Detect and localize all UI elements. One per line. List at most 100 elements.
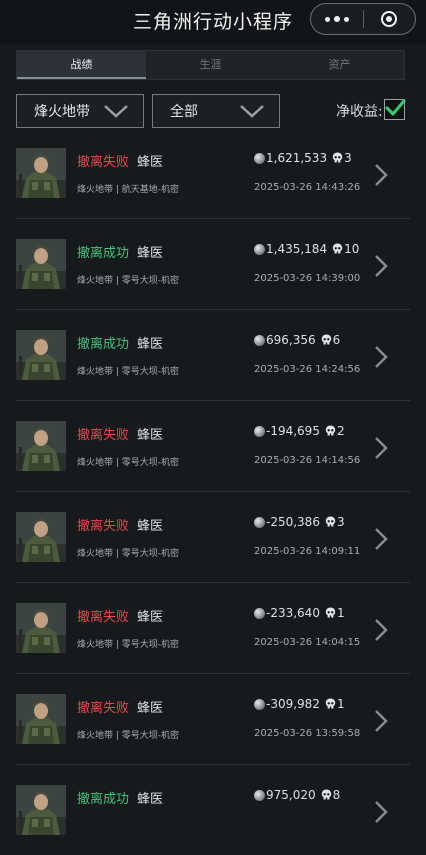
operator-name: 蜂医 <box>137 792 164 807</box>
kill-count: 1 <box>336 606 345 620</box>
skull-icon <box>321 334 331 345</box>
map-mode-text: 烽火地带 | 零号大坝-机密 <box>77 731 180 741</box>
map-mode-text: 烽火地带 | 零号大坝-机密 <box>77 549 180 559</box>
value-group: 1,621,533 3 <box>254 151 352 165</box>
extract-status: 撤离失败 <box>77 428 130 443</box>
coin-icon <box>254 425 265 437</box>
chevron-right-icon <box>375 710 388 732</box>
value-group: 696,356 6 <box>254 333 340 347</box>
skull-icon <box>332 152 343 163</box>
map-mode-text: 烽火地带 | 零号大坝-机密 <box>77 367 180 377</box>
chevron-right-icon <box>375 619 388 641</box>
record-row[interactable]: 撤离成功 蜂医 烽火地带 | 零号大坝-机密 696,356 6 2025-03… <box>16 310 410 401</box>
kill-count: 8 <box>332 788 341 802</box>
extract-status: 撤离失败 <box>77 701 130 716</box>
record-time: 2025-03-26 14:43:26 <box>254 182 361 193</box>
net-income-checkbox[interactable] <box>384 99 406 120</box>
record-row[interactable]: 撤离失败 蜂医 烽火地带 | 零号大坝-机密 -309,982 1 2025-0… <box>16 674 410 765</box>
more-dots-icon[interactable] <box>311 4 363 34</box>
operator-name: 蜂医 <box>137 337 164 352</box>
skull-icon <box>332 243 343 254</box>
net-value: 696,356 <box>266 333 316 347</box>
nav-bar: 三角洲行动小程序 <box>0 0 426 44</box>
operator-name: 蜂医 <box>137 155 164 170</box>
operator-avatar <box>16 148 66 198</box>
map-mode-text: 烽火地带 | 零号大坝-机密 <box>77 640 180 650</box>
map-select[interactable]: 烽火地带 <box>16 94 144 128</box>
chevron-right-icon <box>375 346 388 368</box>
skull-icon <box>325 516 336 527</box>
kill-count: 1 <box>336 697 345 711</box>
mode-select[interactable]: 全部 <box>152 94 280 128</box>
coin-icon <box>254 607 265 619</box>
kill-count: 2 <box>336 424 345 438</box>
mini-program-capsule <box>310 3 416 35</box>
record-time: 2025-03-26 14:24:56 <box>254 364 361 375</box>
value-group: -233,640 1 <box>254 606 345 620</box>
net-value: -309,982 <box>266 697 320 711</box>
chevron-right-icon <box>375 801 388 823</box>
value-group: 1,435,184 10 <box>254 242 359 256</box>
record-list: 撤离失败 蜂医 烽火地带 | 航天基地-机密 1,621,533 3 2025-… <box>16 128 410 855</box>
record-row[interactable]: 撤离失败 蜂医 烽火地带 | 零号大坝-机密 -194,695 2 2025-0… <box>16 401 410 492</box>
operator-name: 蜂医 <box>137 701 164 716</box>
value-group: 975,020 8 <box>254 788 340 802</box>
extract-status: 撤离成功 <box>77 246 130 261</box>
operator-avatar <box>16 785 66 835</box>
kill-count: 6 <box>332 333 341 347</box>
map-mode-text: 烽火地带 | 零号大坝-机密 <box>77 458 180 468</box>
map-mode-text: 烽火地带 | 零号大坝-机密 <box>77 276 180 286</box>
net-value: -233,640 <box>266 606 320 620</box>
mode-select-value: 全部 <box>170 104 198 120</box>
net-value: 975,020 <box>266 788 316 802</box>
close-circle-icon[interactable] <box>363 4 415 34</box>
coin-icon <box>254 698 265 710</box>
chevron-down-icon <box>240 105 264 118</box>
skull-icon <box>325 607 336 618</box>
net-value: 1,435,184 <box>266 242 328 256</box>
operator-name: 蜂医 <box>137 519 164 534</box>
check-icon <box>385 99 406 116</box>
record-row[interactable]: 撤离失败 蜂医 烽火地带 | 零号大坝-机密 -233,640 1 2025-0… <box>16 583 410 674</box>
map-select-value: 烽火地带 <box>34 104 90 120</box>
chevron-right-icon <box>375 164 388 186</box>
coin-icon <box>254 243 265 255</box>
skull-icon <box>325 425 336 436</box>
chevron-down-icon <box>104 105 128 118</box>
tab-assets[interactable]: 资产 <box>275 51 404 79</box>
operator-avatar <box>16 694 66 744</box>
coin-icon <box>254 516 265 528</box>
operator-avatar <box>16 603 66 653</box>
record-time: 2025-03-26 13:59:58 <box>254 728 361 739</box>
value-group: -250,386 3 <box>254 515 345 529</box>
record-row[interactable]: 撤离失败 蜂医 烽火地带 | 零号大坝-机密 -250,386 3 2025-0… <box>16 492 410 583</box>
net-income-label: 净收益: <box>336 104 383 120</box>
skull-icon <box>325 698 336 709</box>
net-value: -194,695 <box>266 424 320 438</box>
net-value: -250,386 <box>266 515 320 529</box>
extract-status: 撤离失败 <box>77 155 130 170</box>
tab-career[interactable]: 生涯 <box>146 51 275 79</box>
tab-record[interactable]: 战绩 <box>17 51 146 79</box>
coin-icon <box>254 334 265 346</box>
extract-status: 撤离失败 <box>77 610 130 625</box>
record-time: 2025-03-26 14:04:15 <box>254 637 361 648</box>
record-row[interactable]: 撤离成功 蜂医 975,020 8 <box>16 765 410 855</box>
operator-avatar <box>16 239 66 289</box>
kill-count: 3 <box>344 151 352 165</box>
record-row[interactable]: 撤离成功 蜂医 烽火地带 | 零号大坝-机密 1,435,184 10 2025… <box>16 219 410 310</box>
operator-avatar <box>16 421 66 471</box>
tab-bar: 战绩 生涯 资产 <box>16 50 405 80</box>
skull-icon <box>321 789 331 800</box>
extract-status: 撤离成功 <box>77 337 130 352</box>
net-value: 1,621,533 <box>266 151 328 165</box>
operator-name: 蜂医 <box>137 246 164 261</box>
kill-count: 10 <box>344 242 360 256</box>
extract-status: 撤离成功 <box>77 792 130 807</box>
extract-status: 撤离失败 <box>77 519 130 534</box>
record-time: 2025-03-26 14:14:56 <box>254 455 361 466</box>
operator-name: 蜂医 <box>137 610 164 625</box>
record-row[interactable]: 撤离失败 蜂医 烽火地带 | 航天基地-机密 1,621,533 3 2025-… <box>16 128 410 219</box>
operator-name: 蜂医 <box>137 428 164 443</box>
value-group: -309,982 1 <box>254 697 345 711</box>
